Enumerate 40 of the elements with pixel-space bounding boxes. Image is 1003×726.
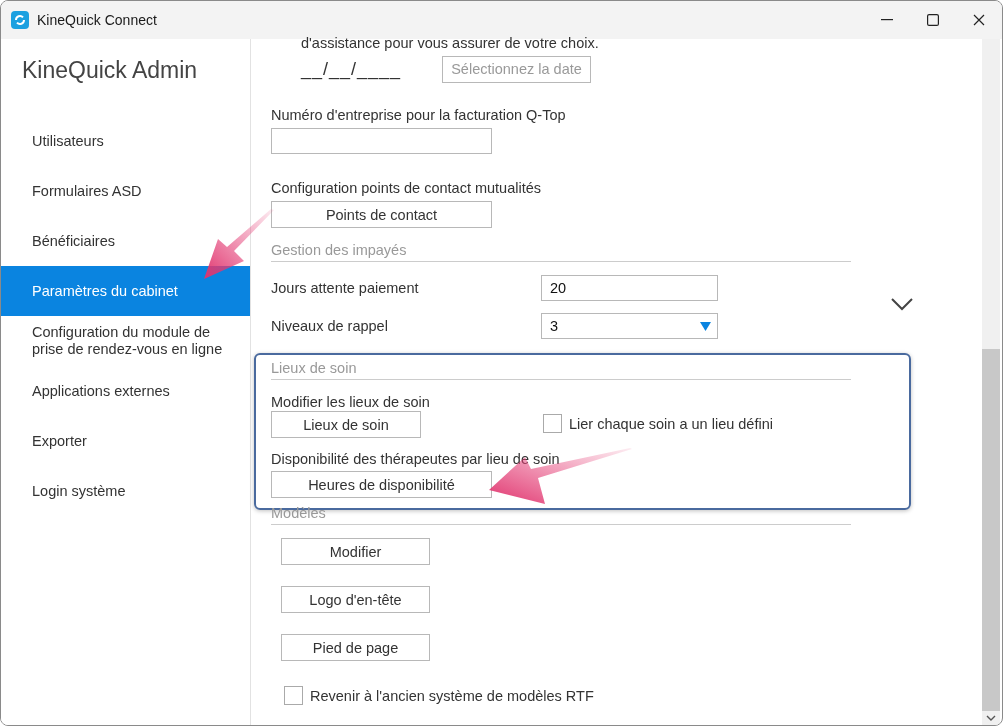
field-label: Niveaux de rappel — [271, 318, 389, 334]
chevron-down-icon[interactable] — [891, 298, 913, 311]
sidebar-item[interactable]: Paramètres du cabinet — [1, 266, 250, 316]
maximize-icon — [927, 14, 939, 26]
window-title: KineQuick Connect — [37, 12, 158, 28]
checkbox-label: Revenir à l'ancien système de modèles RTF — [310, 687, 594, 704]
sidebar-item[interactable]: Utilisateurs — [1, 116, 250, 166]
checkbox[interactable] — [284, 686, 303, 705]
sidebar-item[interactable]: Applications externes — [1, 366, 250, 416]
field-label: Jours attente paiement — [271, 280, 420, 296]
care-places-button[interactable]: Lieux de soin — [271, 411, 421, 438]
sidebar-item[interactable]: Exporter — [1, 416, 250, 466]
input-field[interactable] — [271, 128, 492, 154]
checkbox[interactable] — [543, 414, 562, 433]
sidebar-item[interactable]: Bénéficiaires — [1, 216, 250, 266]
dropdown[interactable]: 3 — [541, 313, 718, 339]
minimize-icon — [881, 19, 893, 21]
section-header: Lieux de soin — [271, 359, 851, 380]
checkbox-label: Lier chaque soin a un lieu défini — [569, 415, 773, 432]
app-logo-icon — [11, 11, 29, 29]
field-label: Disponibilité des thérapeutes par lieu de soin — [271, 450, 561, 468]
field-label: Configuration points de contact mutualités — [271, 179, 543, 197]
availability-button[interactable]: Heures de disponibilité — [271, 471, 492, 498]
intro-text: d'assistance pour vous assurer de votre choix. — [301, 35, 600, 53]
dropdown-arrow-icon — [700, 321, 711, 331]
contact-points-button[interactable]: Points de contact — [271, 201, 492, 228]
input-field[interactable]: 20 — [541, 275, 718, 301]
template-button[interactable]: Logo d'en-tête — [281, 586, 430, 613]
scrollbar[interactable] — [982, 39, 1000, 725]
sidebar-item[interactable]: Configuration du module de prise de rendez-vous en ligne — [1, 316, 250, 366]
sidebar-title: KineQuick Admin — [21, 56, 199, 85]
sidebar-item[interactable]: Formulaires ASD — [1, 166, 250, 216]
template-button[interactable]: Modifier — [281, 538, 430, 565]
field-label: Modifier les lieux de soin — [271, 393, 431, 411]
section-header: Modèles — [271, 504, 851, 525]
sidebar-item[interactable]: Login système — [1, 466, 250, 516]
scrollbar-thumb[interactable] — [982, 349, 1000, 711]
template-button[interactable]: Pied de page — [281, 634, 430, 661]
field-label: Numéro d'entreprise pour la facturation Q-Top — [271, 106, 567, 124]
close-icon — [973, 14, 985, 26]
